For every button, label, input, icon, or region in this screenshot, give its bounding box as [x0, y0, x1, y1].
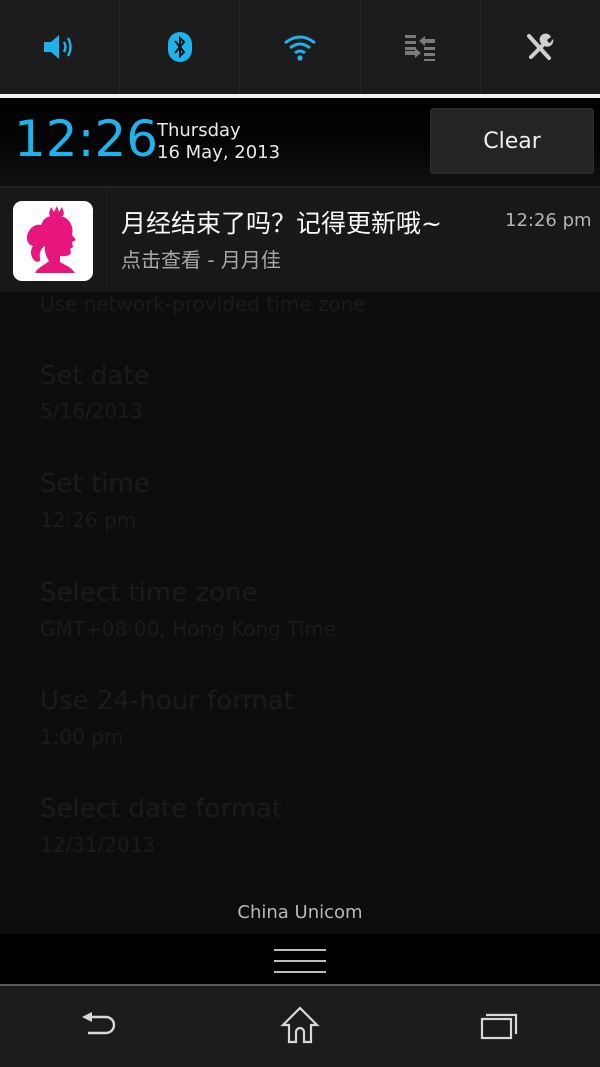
data-traffic-toggle[interactable]	[361, 0, 481, 94]
bg-time-zone-value: GMT+08:00, Hong Kong Time	[40, 617, 337, 641]
wifi-icon	[282, 33, 318, 61]
notification-header: 12:26 Thursday 16 May, 2013 Clear	[0, 98, 600, 186]
bg-date-format-value: 12/31/2013	[40, 833, 156, 857]
sound-toggle[interactable]	[0, 0, 121, 94]
bg-24-hour-title: Use 24-hour format	[40, 686, 294, 716]
bg-network-time-zone: Use network-provided time zone	[40, 292, 366, 316]
bg-time-zone-title: Select time zone	[40, 578, 258, 608]
bg-set-time-value: 12:26 pm	[40, 508, 137, 532]
recent-apps-button[interactable]	[400, 986, 600, 1067]
clear-button[interactable]: Clear	[430, 108, 594, 174]
bg-set-date-value: 5/16/2013	[40, 399, 143, 423]
bluetooth-icon	[167, 31, 193, 63]
navigation-bar	[0, 986, 600, 1067]
back-icon	[80, 1009, 120, 1045]
bg-date-format-title: Select date format	[40, 794, 283, 824]
volume-icon	[42, 32, 78, 62]
home-icon	[280, 1005, 320, 1048]
date-label: 16 May, 2013	[157, 142, 281, 163]
back-button[interactable]	[0, 986, 200, 1067]
data-transfer-icon	[404, 33, 436, 61]
bg-24-hour-value: 1:00 pm	[40, 725, 124, 749]
notification-subtitle: 点击查看 - 月月佳	[121, 248, 281, 272]
notification-title: 月经结束了吗？记得更新哦~	[121, 209, 442, 238]
bg-set-date-title: Set date	[40, 361, 150, 391]
notification-item[interactable]: 月经结束了吗？记得更新哦~ 12:26 pm 点击查看 - 月月佳	[0, 186, 600, 292]
shade-drag-handle[interactable]	[0, 934, 600, 986]
wifi-toggle[interactable]	[240, 0, 361, 94]
notification-icon-cell	[0, 188, 107, 292]
weekday-label: Thursday	[157, 120, 241, 141]
tools-icon	[525, 32, 555, 62]
bg-set-time-title: Set time	[40, 469, 150, 499]
bluetooth-toggle[interactable]	[120, 0, 241, 94]
settings-button[interactable]	[481, 0, 600, 94]
notification-time: 12:26 pm	[505, 210, 592, 231]
girl-silhouette-icon	[13, 201, 93, 281]
carrier-label: China Unicom	[237, 902, 363, 923]
drag-handle-icon	[274, 949, 326, 982]
recent-apps-icon	[480, 1010, 520, 1044]
clock: 12:26	[14, 110, 159, 168]
quick-settings-bar	[0, 0, 600, 94]
home-button[interactable]	[200, 986, 400, 1067]
date-block: Thursday 16 May, 2013	[157, 120, 280, 164]
